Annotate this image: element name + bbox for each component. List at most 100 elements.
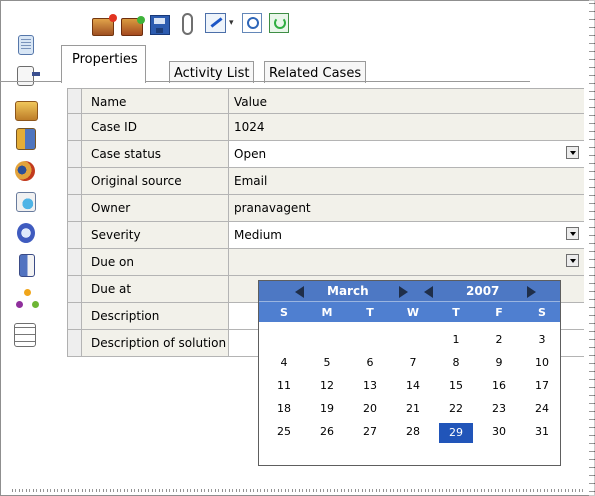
notes-icon[interactable] xyxy=(18,35,34,55)
weekday-label: T xyxy=(366,306,374,319)
report-icon[interactable] xyxy=(16,192,36,212)
property-name: Original source xyxy=(91,174,182,188)
calendar-day[interactable]: 20 xyxy=(353,402,387,415)
next-month-icon[interactable] xyxy=(399,286,408,298)
calendar-week: 1 2 3 xyxy=(259,330,560,353)
calendar-day[interactable]: 17 xyxy=(525,379,559,392)
calendar-day[interactable]: 10 xyxy=(525,356,559,369)
value-header: Value xyxy=(234,95,267,109)
attachment-icon[interactable] xyxy=(182,13,193,35)
owner-value: pranavagent xyxy=(234,201,311,215)
refresh-icon[interactable] xyxy=(269,13,289,33)
sidebar xyxy=(14,35,44,358)
property-name: Due at xyxy=(91,282,132,296)
tab-properties[interactable]: Properties xyxy=(61,45,146,83)
weekday-label: W xyxy=(406,306,420,319)
property-name: Case ID xyxy=(91,120,137,134)
new-case-icon[interactable] xyxy=(92,14,117,36)
calendar-day[interactable]: 15 xyxy=(439,379,473,392)
network-icon[interactable] xyxy=(14,288,38,312)
dropdown-arrow-icon[interactable] xyxy=(566,146,579,159)
month-label: March xyxy=(327,284,369,298)
selected-calendar-day[interactable]: 29 xyxy=(439,423,473,443)
calendar-day[interactable]: 25 xyxy=(267,425,301,438)
calendar-day[interactable]: 16 xyxy=(482,379,516,392)
property-name: Case status xyxy=(91,147,162,161)
tab-related-cases[interactable]: Related Cases xyxy=(264,61,367,83)
calendar-day[interactable]: 26 xyxy=(310,425,344,438)
case-status-select[interactable]: Open xyxy=(228,141,584,167)
date-picker: March 2007 S M T W T F S 1 2 3 4 5 6 7 8… xyxy=(258,280,561,466)
calendar-day[interactable]: 23 xyxy=(482,402,516,415)
edit-dropdown-icon[interactable]: ▾ xyxy=(229,12,236,34)
property-value: Email xyxy=(228,168,584,194)
row-stub xyxy=(68,303,82,329)
table-row: Case status Open xyxy=(68,141,584,168)
calendar-day[interactable]: 22 xyxy=(439,402,473,415)
calendar-week: 11 12 13 14 15 16 17 xyxy=(259,376,560,399)
book-icon[interactable] xyxy=(17,223,35,243)
calendar-day[interactable]: 31 xyxy=(525,425,559,438)
table-row: Severity Medium xyxy=(68,222,584,249)
calendar-day[interactable]: 8 xyxy=(439,356,473,369)
calendar-day[interactable]: 7 xyxy=(396,356,430,369)
calendar-day[interactable]: 2 xyxy=(482,333,516,346)
year-label: 2007 xyxy=(466,284,500,298)
calendar-day[interactable]: 14 xyxy=(396,379,430,392)
people-icon[interactable] xyxy=(16,128,36,150)
toolbar: ▾ xyxy=(92,9,296,37)
calendar-day[interactable]: 6 xyxy=(353,356,387,369)
weekday-label: T xyxy=(452,306,460,319)
table-row: Original source Email xyxy=(68,168,584,195)
calendar-day[interactable]: 4 xyxy=(267,356,301,369)
document-icon[interactable] xyxy=(19,254,35,277)
find-icon[interactable] xyxy=(242,13,262,33)
calendar-day[interactable]: 24 xyxy=(525,402,559,415)
calendar-day[interactable]: 27 xyxy=(353,425,387,438)
weekday-label: F xyxy=(495,306,503,319)
name-header: Name xyxy=(91,95,127,109)
row-stub xyxy=(68,195,82,221)
tab-activity-list[interactable]: Activity List xyxy=(169,61,255,83)
scroll-edge xyxy=(589,0,595,496)
calendar-day[interactable]: 5 xyxy=(310,356,344,369)
calendar-day[interactable]: 19 xyxy=(310,402,344,415)
due-on-field[interactable] xyxy=(228,249,584,275)
calendar-day[interactable]: 30 xyxy=(482,425,516,438)
calendar-day[interactable]: 13 xyxy=(353,379,387,392)
dropdown-arrow-icon[interactable] xyxy=(566,254,579,267)
calendar-day[interactable]: 3 xyxy=(525,333,559,346)
property-name: Description of solution xyxy=(91,336,227,350)
property-name: Description xyxy=(91,309,160,323)
calendar-day[interactable]: 28 xyxy=(396,425,430,438)
table-row: Owner pranavagent xyxy=(68,195,584,222)
save-icon[interactable] xyxy=(150,15,170,35)
contact-icon[interactable] xyxy=(15,161,35,181)
property-value: pranavagent xyxy=(228,195,584,221)
property-name: Due on xyxy=(91,255,134,269)
calendar-day[interactable]: 9 xyxy=(482,356,516,369)
calendar-day[interactable]: 11 xyxy=(267,379,301,392)
previous-month-icon[interactable] xyxy=(295,286,304,298)
next-year-icon[interactable] xyxy=(527,286,536,298)
calendar-day[interactable]: 21 xyxy=(396,402,430,415)
calendar-day[interactable]: 18 xyxy=(267,402,301,415)
status-edge xyxy=(12,489,585,492)
row-stub xyxy=(68,89,82,113)
edit-icon[interactable] xyxy=(205,13,226,33)
severity-select[interactable]: Medium xyxy=(228,222,584,248)
open-case-icon[interactable] xyxy=(121,16,145,36)
severity-value: Medium xyxy=(234,228,282,242)
weekday-label: M xyxy=(321,306,333,319)
calendar-day[interactable]: 1 xyxy=(439,333,473,346)
calendar-week: 4 5 6 7 8 9 10 xyxy=(259,353,560,376)
form-icon[interactable] xyxy=(17,66,40,86)
previous-year-icon[interactable] xyxy=(424,286,433,298)
row-stub xyxy=(68,276,82,302)
row-stub xyxy=(68,114,82,140)
case-icon[interactable] xyxy=(15,101,38,121)
workflow-icon[interactable] xyxy=(14,323,36,347)
weekday-label: S xyxy=(280,306,288,319)
calendar-day[interactable]: 12 xyxy=(310,379,344,392)
dropdown-arrow-icon[interactable] xyxy=(566,227,579,240)
